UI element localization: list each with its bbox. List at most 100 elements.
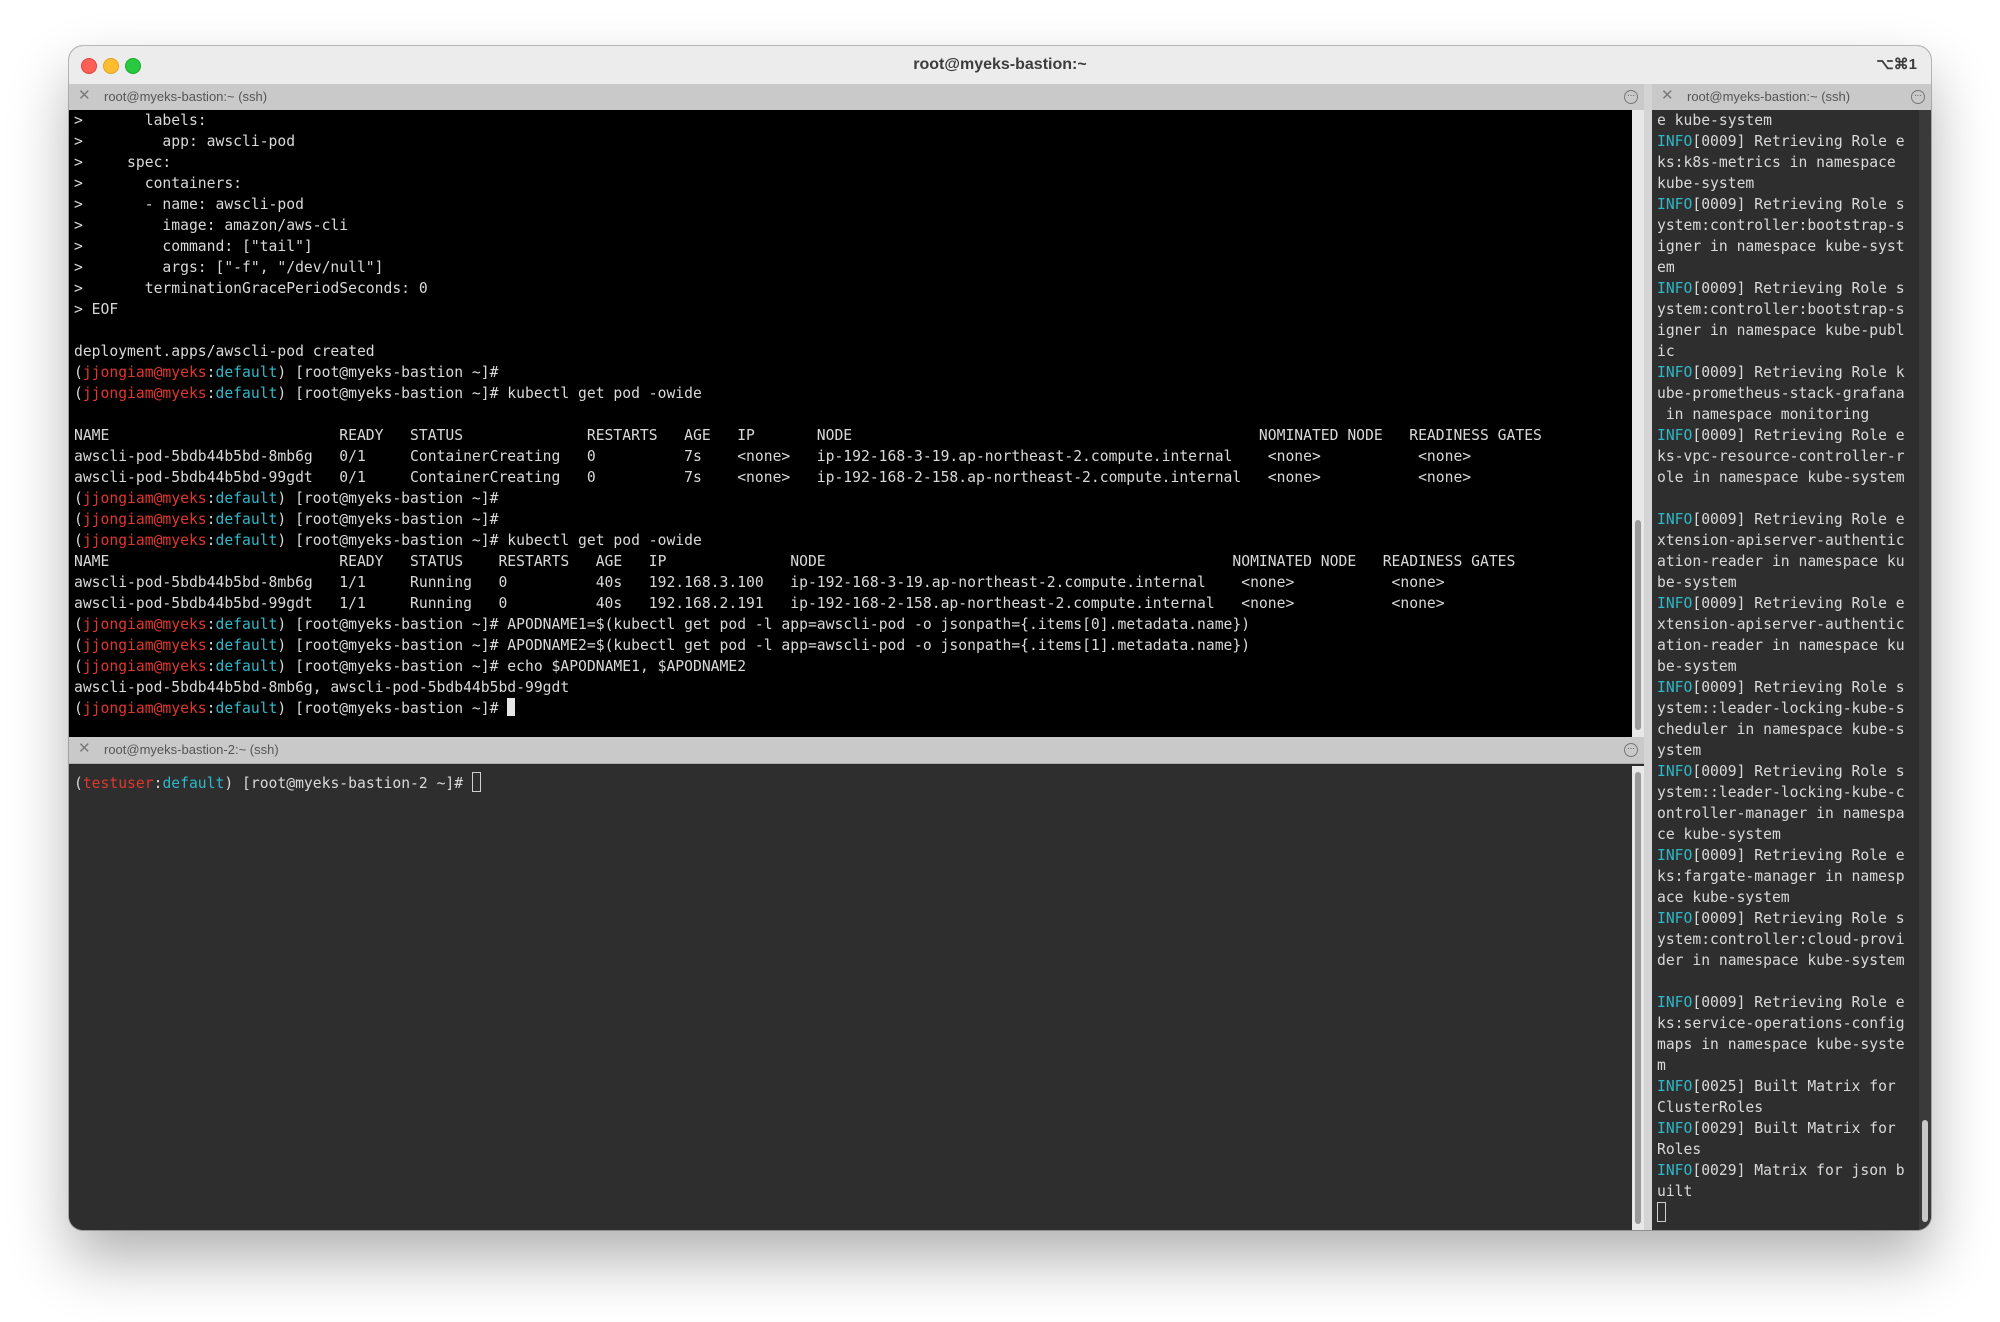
terminal-text: xtension-apiserver-authentic <box>1657 616 1905 633</box>
terminal-line: ation-reader in namespace ku <box>1657 635 1931 656</box>
scrollbar-thumb-bottom[interactable] <box>1635 772 1641 1224</box>
terminal-text: ontroller-manager in namespa <box>1657 805 1905 822</box>
terminal-text: ( <box>74 637 83 654</box>
text-cursor <box>1657 1202 1666 1222</box>
pane-menu-icon[interactable]: ⋯ <box>1624 90 1638 104</box>
prompt-context: default <box>215 637 278 654</box>
terminal-text: ( <box>74 385 83 402</box>
terminal-text: m <box>1657 1057 1666 1074</box>
scrollbar-thumb-main[interactable] <box>1635 520 1641 730</box>
terminal-line: INFO[0009] Retrieving Role e <box>1657 425 1931 446</box>
prompt-context: INFO <box>1657 1162 1693 1179</box>
terminal-text: [0025] Built Matrix for <box>1692 1078 1896 1095</box>
terminal-line: ube-prometheus-stack-grafana <box>1657 383 1931 404</box>
terminal-line: be-system <box>1657 572 1931 593</box>
pane-divider-vertical[interactable] <box>1644 84 1652 1230</box>
prompt-context: INFO <box>1657 427 1693 444</box>
terminal-line: > containers: <box>74 173 1632 194</box>
prompt-context: INFO <box>1657 910 1693 927</box>
prompt-context: INFO <box>1657 595 1693 612</box>
terminal-text: > terminationGracePeriodSeconds: 0 <box>74 280 428 297</box>
terminal-text: deployment.apps/awscli-pod created <box>74 343 375 360</box>
terminal-line: INFO[0009] Retrieving Role e <box>1657 509 1931 530</box>
terminal-text: ic <box>1657 343 1675 360</box>
terminal-line: awscli-pod-5bdb44b5bd-8mb6g 1/1 Running … <box>74 572 1632 593</box>
terminal-line: m <box>1657 1055 1931 1076</box>
pane-header-bottom[interactable]: ✕ root@myeks-bastion-2:~ (ssh) ⋯ <box>69 737 1644 764</box>
terminal-line: igner in namespace kube-syst <box>1657 236 1931 257</box>
prompt-user: jjongiam@myeks <box>82 385 207 402</box>
terminal-line: uilt <box>1657 1181 1931 1202</box>
terminal-pane-main[interactable]: > labels: > app: awscli-pod > spec: > conta… <box>69 110 1632 737</box>
pane-header-main[interactable]: ✕ root@myeks-bastion:~ (ssh) ⋯ <box>69 84 1644 111</box>
terminal-line: ystem:controller:cloud-provi <box>1657 929 1931 950</box>
terminal-line: (jjongiam@myeks:default) [root@myeks-bas… <box>74 698 1632 719</box>
title-bar: root@myeks-bastion:~ ⌥⌘1 <box>69 46 1931 85</box>
terminal-line: ation-reader in namespace ku <box>1657 551 1931 572</box>
terminal-text: kube-system <box>1657 175 1755 192</box>
terminal-line: INFO[0009] Retrieving Role e <box>1657 992 1931 1013</box>
terminal-line: deployment.apps/awscli-pod created <box>74 341 1632 362</box>
terminal-line: INFO[0009] Retrieving Role s <box>1657 677 1931 698</box>
scrollbar-thumb-right[interactable] <box>1922 1120 1928 1222</box>
terminal-line: ic <box>1657 341 1931 362</box>
terminal-text: cheduler in namespace kube-s <box>1657 721 1905 738</box>
terminal-text: ks:service-operations-config <box>1657 1015 1905 1032</box>
terminal-text: > app: awscli-pod <box>74 133 296 150</box>
terminal-text: > command: ["tail"] <box>74 238 313 255</box>
terminal-line: ontroller-manager in namespa <box>1657 803 1931 824</box>
terminal-line: e kube-system <box>1657 110 1931 131</box>
terminal-line: awscli-pod-5bdb44b5bd-99gdt 0/1 Containe… <box>74 467 1632 488</box>
terminal-line: > - name: awscli-pod <box>74 194 1632 215</box>
terminal-line: igner in namespace kube-publ <box>1657 320 1931 341</box>
terminal-text: ( <box>74 511 83 528</box>
terminal-text: ( <box>74 490 83 507</box>
scrollbar-main[interactable] <box>1632 110 1644 737</box>
terminal-text: ystem:controller:cloud-provi <box>1657 931 1905 948</box>
close-icon[interactable]: ✕ <box>1661 87 1674 105</box>
terminal-line: INFO[0009] Retrieving Role s <box>1657 194 1931 215</box>
terminal-line <box>1657 1202 1931 1223</box>
terminal-line: (jjongiam@myeks:default) [root@myeks-bas… <box>74 635 1632 656</box>
terminal-pane-bottom[interactable]: (testuser:default) [root@myeks-bastion-2… <box>69 766 1632 1230</box>
close-icon[interactable]: ✕ <box>78 740 91 758</box>
text-cursor <box>471 772 481 792</box>
pane-menu-icon[interactable]: ⋯ <box>1911 90 1925 104</box>
scrollbar-right[interactable] <box>1919 110 1931 1230</box>
terminal-text: ( <box>74 658 83 675</box>
window-title: root@myeks-bastion:~ <box>913 56 1087 73</box>
terminal-text: [0009] Retrieving Role e <box>1692 595 1905 612</box>
terminal-text: ) [root@myeks-bastion ~]# <box>277 511 499 528</box>
terminal-line: > image: amazon/aws-cli <box>74 215 1632 236</box>
terminal-text: Roles <box>1657 1141 1702 1158</box>
pane-title-right: root@myeks-bastion:~ (ssh) <box>1687 89 1851 104</box>
terminal-line: ace kube-system <box>1657 887 1931 908</box>
terminal-text: ole in namespace kube-system <box>1657 469 1905 486</box>
scrollbar-bottom[interactable] <box>1632 766 1644 1230</box>
terminal-text: > args: ["-f", "/dev/null"] <box>74 259 384 276</box>
terminal-text: ystem::leader-locking-kube-c <box>1657 784 1905 801</box>
window-shortcut: ⌥⌘1 <box>1876 56 1917 73</box>
terminal-line: ystem:controller:bootstrap-s <box>1657 215 1931 236</box>
terminal-line: INFO[0025] Built Matrix for <box>1657 1076 1931 1097</box>
terminal-text: [0009] Retrieving Role s <box>1692 196 1905 213</box>
terminal-pane-right[interactable]: e kube-system INFO[0009] Retrieving Role … <box>1652 110 1931 1230</box>
pane-header-right[interactable]: ✕ root@myeks-bastion:~ (ssh) ⋯ <box>1652 84 1931 111</box>
terminal-text: em <box>1657 259 1675 276</box>
terminal-window: root@myeks-bastion:~ ⌥⌘1 ✕ root@myeks-ba… <box>69 46 1931 1230</box>
prompt-user: jjongiam@myeks <box>82 364 207 381</box>
terminal-line: INFO[0009] Retrieving Role k <box>1657 362 1931 383</box>
terminal-line: ce kube-system <box>1657 824 1931 845</box>
terminal-line: ystem:controller:bootstrap-s <box>1657 299 1931 320</box>
terminal-line: > EOF <box>74 299 1632 320</box>
terminal-text: [0029] Built Matrix for <box>1692 1120 1896 1137</box>
terminal-text: ace kube-system <box>1657 889 1790 906</box>
prompt-user: jjongiam@myeks <box>82 511 207 528</box>
terminal-text: maps in namespace kube-syste <box>1657 1036 1905 1053</box>
terminal-line: ClusterRoles <box>1657 1097 1931 1118</box>
close-icon[interactable]: ✕ <box>78 87 91 105</box>
terminal-text: igner in namespace kube-publ <box>1657 322 1905 339</box>
pane-menu-icon[interactable]: ⋯ <box>1624 743 1638 757</box>
terminal-text: ( <box>74 364 83 381</box>
terminal-line: be-system <box>1657 656 1931 677</box>
